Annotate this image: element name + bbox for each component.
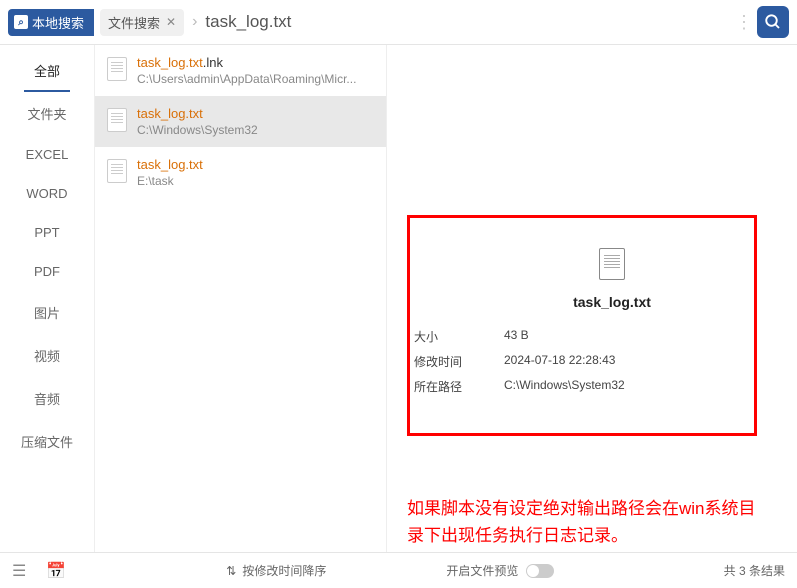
result-item[interactable]: task_log.txt.lnk C:\Users\admin\AppData\… xyxy=(95,45,386,96)
sort-button[interactable]: ⇅ 按修改时间降序 xyxy=(226,562,326,579)
annotation-text: 如果脚本没有设定绝对输出路径会在win系统目录下出现任务执行日志记录。 xyxy=(407,495,767,549)
sidebar-item-video[interactable]: 视频 xyxy=(0,334,94,377)
sidebar-item-archive[interactable]: 压缩文件 xyxy=(0,420,94,463)
main-content: 全部 文件夹 EXCEL WORD PPT PDF 图片 视频 音频 压缩文件 … xyxy=(0,45,797,552)
toggle-switch[interactable] xyxy=(526,564,554,578)
file-icon xyxy=(107,108,127,132)
tab-local-search[interactable]: ⌕ 本地搜索 xyxy=(8,9,94,36)
result-path: C:\Users\admin\AppData\Roaming\Micr... xyxy=(137,72,374,86)
detail-modified: 修改时间 2024-07-18 22:28:43 xyxy=(414,353,734,370)
calendar-icon[interactable]: 📅 xyxy=(46,561,66,581)
detail-path: 所在路径 C:\Windows\System32 xyxy=(414,378,734,395)
result-path: C:\Windows\System32 xyxy=(137,123,374,137)
sidebar-item-word[interactable]: WORD xyxy=(0,174,94,213)
sidebar-item-audio[interactable]: 音频 xyxy=(0,377,94,420)
tab-label: 文件搜索 xyxy=(108,13,160,32)
tab-file-search[interactable]: 文件搜索 ✕ xyxy=(100,9,184,36)
results-list: task_log.txt.lnk C:\Users\admin\AppData\… xyxy=(95,45,387,552)
header-bar: ⌕ 本地搜索 文件搜索 ✕ › task_log.txt ⋮ xyxy=(0,0,797,45)
magnifier-icon xyxy=(764,13,782,31)
close-icon[interactable]: ✕ xyxy=(166,15,176,29)
preview-toggle[interactable]: 开启文件预览 xyxy=(446,562,554,579)
result-count: 共 3 条结果 xyxy=(724,562,785,579)
sidebar-item-all[interactable]: 全部 xyxy=(24,49,70,92)
category-sidebar: 全部 文件夹 EXCEL WORD PPT PDF 图片 视频 音频 压缩文件 xyxy=(0,45,95,552)
result-item[interactable]: task_log.txt C:\Windows\System32 xyxy=(95,96,386,147)
sidebar-item-pdf[interactable]: PDF xyxy=(0,252,94,291)
detail-size: 大小 43 B xyxy=(414,328,734,345)
search-query-text[interactable]: task_log.txt xyxy=(205,12,291,32)
more-icon[interactable]: ⋮ xyxy=(735,12,751,33)
sidebar-item-image[interactable]: 图片 xyxy=(0,291,94,334)
settings-icon[interactable]: ☰ xyxy=(12,561,26,581)
search-icon: ⌕ xyxy=(14,15,28,29)
file-icon xyxy=(107,159,127,183)
tab-label: 本地搜索 xyxy=(32,13,84,32)
result-filename: task_log.txt xyxy=(137,106,374,121)
result-filename: task_log.txt xyxy=(137,157,374,172)
sort-icon: ⇅ xyxy=(226,564,236,578)
sidebar-item-ppt[interactable]: PPT xyxy=(0,213,94,252)
footer-bar: ☰ 📅 ⇅ 按修改时间降序 开启文件预览 共 3 条结果 xyxy=(0,552,797,588)
result-item[interactable]: task_log.txt E:\task xyxy=(95,147,386,198)
breadcrumb-separator: › xyxy=(192,13,197,31)
result-filename: task_log.txt.lnk xyxy=(137,55,374,70)
file-icon xyxy=(107,57,127,81)
sidebar-item-folder[interactable]: 文件夹 xyxy=(0,92,94,135)
file-icon xyxy=(599,248,625,280)
annotation-box: task_log.txt 大小 43 B 修改时间 2024-07-18 22:… xyxy=(407,215,757,436)
preview-panel: task_log.txt 大小 43 B 修改时间 2024-07-18 22:… xyxy=(387,45,797,552)
result-path: E:\task xyxy=(137,174,374,188)
search-button[interactable] xyxy=(757,6,789,38)
preview-filename: task_log.txt xyxy=(573,294,651,310)
sidebar-item-excel[interactable]: EXCEL xyxy=(0,135,94,174)
